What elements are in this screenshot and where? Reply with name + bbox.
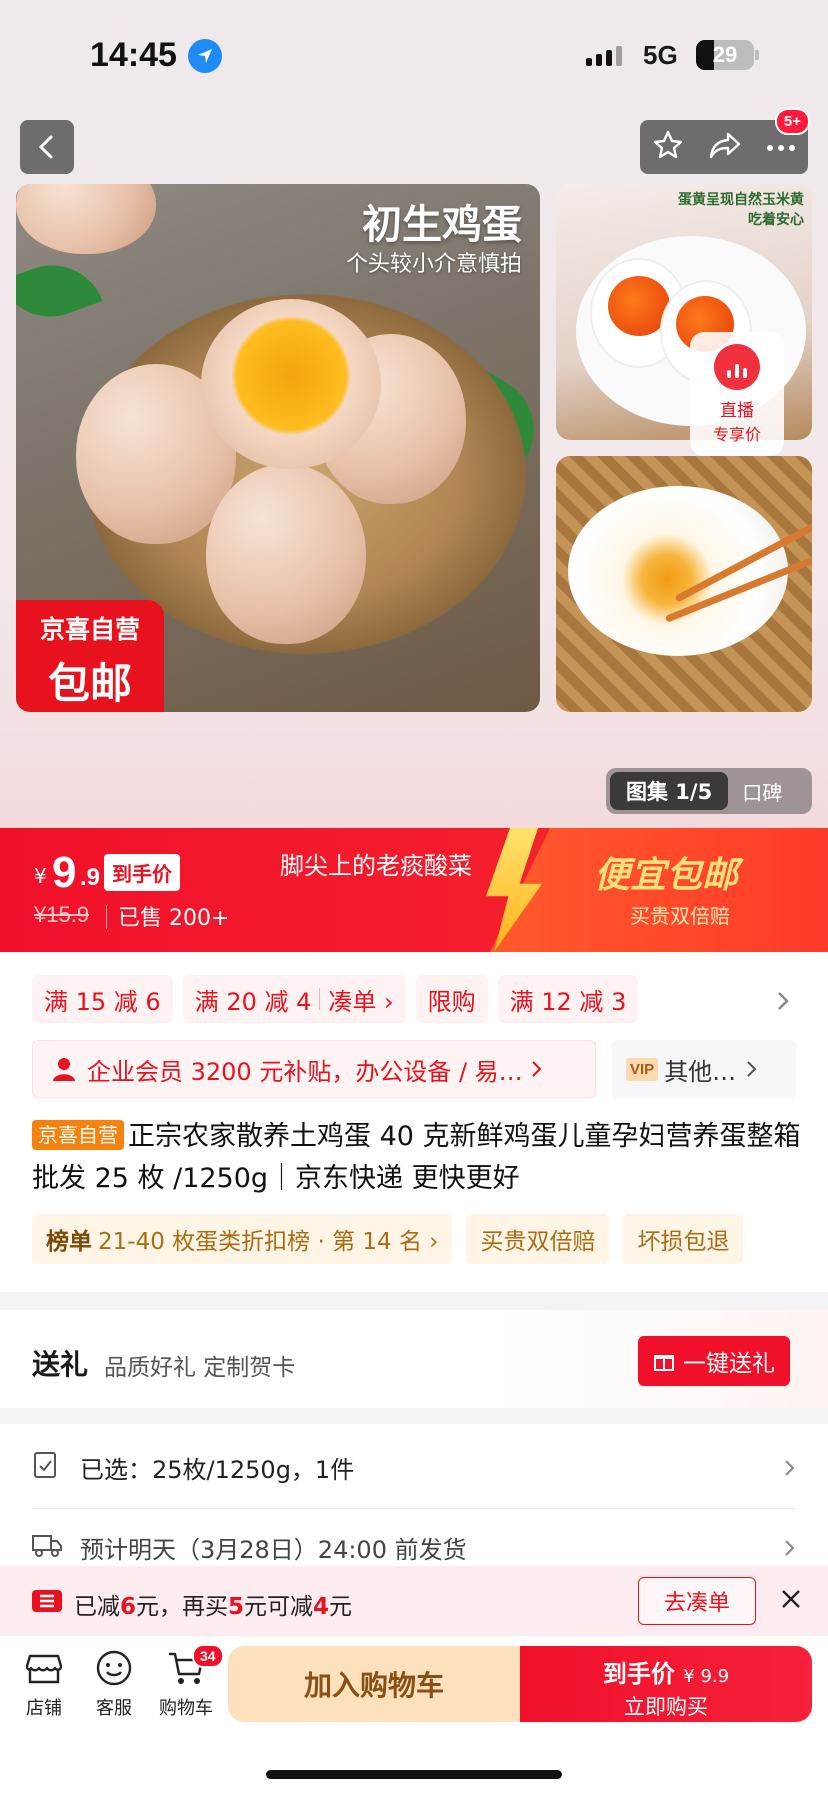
service-tag[interactable]: 买贵双倍赔 <box>466 1214 610 1264</box>
live-stream-entry[interactable]: 直播 专享价 <box>690 332 784 456</box>
currency-symbol: ¥ <box>34 864 47 888</box>
sold-count: 已售 200+ <box>118 906 230 931</box>
tab-gallery[interactable]: 图集 1/5 <box>610 772 729 810</box>
coupon-item[interactable]: 满 15 减 6 <box>32 975 173 1023</box>
thumbnail-caption: 蛋黄呈现自然玉米黄 吃着安心 <box>678 192 804 228</box>
coupon-item[interactable]: 限购 <box>415 975 488 1023</box>
chevron-right-icon <box>747 1061 757 1077</box>
signal-icon <box>586 46 622 66</box>
discount-icon <box>32 1590 62 1616</box>
smile-chat-icon <box>96 1650 132 1686</box>
image-title: 初生鸡蛋 <box>362 202 522 248</box>
tab-reviews[interactable]: 口碑 <box>728 777 782 806</box>
gallery-tabs: 图集 1/5 口碑 <box>606 768 812 814</box>
original-price: ¥15.9 <box>34 902 90 927</box>
final-price-tag: 到手价 <box>104 854 180 891</box>
chevron-right-icon <box>785 1459 795 1476</box>
share-icon[interactable] <box>708 130 742 164</box>
image-subtitle: 个头较小介意慎拍 <box>345 252 522 277</box>
product-gallery: 14:45 5G 29 5+ 初生鸡蛋 个头较小介意慎拍 京喜自营 包邮 蛋黄呈… <box>0 0 828 828</box>
add-to-cart-button[interactable]: 加入购物车 <box>228 1646 520 1722</box>
ranking-row: 榜单 21-40 枚蛋类折扣榜 · 第 14 名 › 买贵双倍赔 坏损包退 <box>32 1214 744 1264</box>
enterprise-member-banner[interactable]: 企业会员 3200 元补贴，办公设备 / 易… <box>32 1040 596 1098</box>
customer-service-button[interactable]: 客服 <box>74 1648 154 1720</box>
service-tag[interactable]: 坏损包退 <box>623 1214 744 1264</box>
self-operated-tag: 京喜自营 包邮 <box>16 600 164 712</box>
status-bar: 14:45 5G 29 <box>0 0 828 112</box>
combine-order-link: 凑单 › <box>328 987 394 1016</box>
shop-icon <box>25 1654 63 1684</box>
battery-icon: 29 <box>696 40 754 70</box>
promo-banner-title: 便宜包邮 <box>594 855 739 896</box>
user-icon <box>53 1058 75 1081</box>
truck-icon <box>32 1533 62 1563</box>
live-icon <box>714 344 760 390</box>
combine-order-button[interactable]: 去凑单 <box>638 1577 756 1625</box>
ranking-badge[interactable]: 榜单 21-40 枚蛋类折扣榜 · 第 14 名 › <box>32 1214 453 1264</box>
thumbnail-image-2[interactable] <box>556 456 812 712</box>
price-integer: 9 <box>52 848 77 897</box>
network-type: 5G <box>643 40 678 70</box>
location-arrow-icon <box>188 39 222 73</box>
product-title: 京喜自营 正宗农家散养土鸡蛋 40 克新鲜鸡蛋儿童孕妇营养蛋整箱批发 25 枚 /… <box>32 1120 801 1194</box>
coupon-list: 满 15 减 6 满 20 减 4 凑单 › 限购 满 12 减 3 <box>32 975 639 1023</box>
shipping-row[interactable]: 预计明天（3月28日）24:00 前发货 <box>32 1530 796 1565</box>
gift-icon <box>654 1355 674 1371</box>
self-operated-badge: 京喜自营 <box>32 1120 124 1150</box>
nav-actions: 5+ <box>640 108 810 174</box>
live-shop-name[interactable]: 脚尖上的老痰酸菜 <box>280 846 472 881</box>
home-indicator[interactable] <box>266 1770 562 1779</box>
cart-button[interactable]: 购物车 34 <box>146 1644 226 1720</box>
send-gift-button[interactable]: 一键送礼 <box>638 1336 790 1386</box>
coupon-item[interactable]: 满 20 减 4 凑单 › <box>182 975 406 1023</box>
gift-subtitle: 品质好礼 定制贺卡 <box>104 1355 296 1381</box>
chevron-right-icon <box>785 1539 795 1556</box>
promo-text: 已减6元，再买5元可减4元 <box>74 1594 353 1620</box>
back-button[interactable] <box>20 120 74 174</box>
gift-title: 送礼 <box>32 1348 89 1381</box>
buy-now-button[interactable]: 到手价 ¥ 9.9 立即购买 <box>520 1646 812 1722</box>
coupon-item[interactable]: 满 12 减 3 <box>497 975 639 1023</box>
spec-icon <box>32 1451 62 1485</box>
more-icon[interactable] <box>766 138 796 157</box>
chevron-right-icon[interactable] <box>776 990 790 1016</box>
shop-button[interactable]: 店铺 <box>4 1648 84 1720</box>
close-icon[interactable] <box>780 1588 802 1614</box>
main-product-image[interactable]: 初生鸡蛋 个头较小介意慎拍 京喜自营 包邮 <box>16 184 540 712</box>
vip-badge: VIP <box>626 1057 659 1081</box>
price-decimal: .9 <box>80 864 101 891</box>
favorite-star-icon[interactable] <box>652 129 684 165</box>
chevron-right-icon <box>531 1061 542 1077</box>
promo-banner-subtitle: 买贵双倍赔 <box>630 904 730 928</box>
selected-spec-row[interactable]: 已选：25枚/1250g，1件 <box>32 1450 796 1485</box>
other-benefits[interactable]: VIP 其他… <box>612 1040 796 1098</box>
status-time: 14:45 <box>90 36 177 74</box>
cart-count-badge: 34 <box>192 1644 224 1668</box>
message-badge: 5+ <box>774 108 810 135</box>
chevron-left-icon <box>38 135 53 159</box>
